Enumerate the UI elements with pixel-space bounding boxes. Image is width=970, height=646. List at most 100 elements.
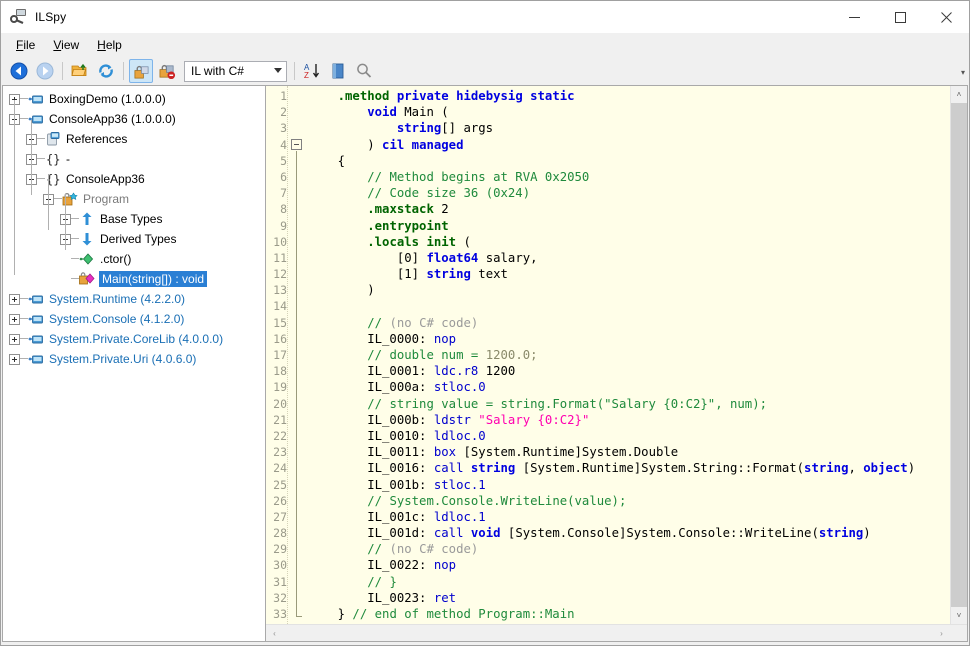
code-line[interactable]: [1] string text [308,266,950,282]
hide-internal-types-button[interactable] [155,59,179,83]
fold-collapse-icon[interactable] [291,138,302,150]
code-line[interactable]: // double num = 1200.0; [308,347,950,363]
tree-node[interactable]: References [3,129,265,149]
close-button[interactable] [923,1,969,33]
code-line[interactable]: .entrypoint [308,218,950,234]
code-line[interactable]: IL_0010: ldloc.0 [308,428,950,444]
code-horizontal-scrollbar[interactable]: ‹ › [266,624,967,641]
scroll-right-button[interactable]: › [933,625,950,641]
vertical-scroll-track[interactable] [951,103,967,607]
code-line[interactable]: .locals init ( [308,234,950,250]
horizontal-scroll-track[interactable] [283,625,933,641]
tree-node[interactable]: System.Console (4.1.2.0) [3,309,265,329]
sort-az-button[interactable]: A Z [300,59,324,83]
toolbar: IL with C# A Z ▾ [1,57,969,85]
code-line[interactable]: // Code size 36 (0x24) [308,185,950,201]
code-line[interactable]: // string value = string.Format("Salary … [308,396,950,412]
code-token: object [863,461,908,476]
code-vertical-scrollbar[interactable]: ˄ ˅ [950,86,967,624]
code-line[interactable]: string[] args [308,120,950,136]
code-area[interactable]: 1 2 3 4 5 6 7 8 9 10 11 12 13 14 15 16 17 18 19 20 21 22 23 24 2… [266,86,950,624]
menu-item-view[interactable]: View [44,35,88,55]
menu-file-rest: ile [23,38,36,52]
code-line[interactable]: IL_001d: call void [System.Console]Syste… [308,525,950,541]
scroll-left-button[interactable]: ‹ [266,625,283,641]
tree-node[interactable]: Base Types [3,209,265,229]
code-token: [System.Runtime]System.Double [456,445,679,460]
code-token: // end of method Program::Main [352,607,575,621]
code-line[interactable]: IL_0001: ldc.r8 1200 [308,363,950,379]
code-line[interactable]: // } [308,574,950,590]
code-line[interactable]: IL_0022: nop [308,557,950,573]
code-line[interactable]: .method private hidebysig static [308,88,950,104]
code-token: ret [433,590,457,605]
chevron-down-icon[interactable] [270,62,286,81]
code-view-panel[interactable]: 1 2 3 4 5 6 7 8 9 10 11 12 13 14 15 16 17 18 19 20 21 22 23 24 2… [265,85,968,642]
language-dropdown[interactable]: IL with C# [184,60,287,82]
show-internal-types-button[interactable] [129,59,153,83]
code-line[interactable]: IL_001c: ldloc.1 [308,509,950,525]
code-line[interactable]: // (no C# code) [308,541,950,557]
code-line[interactable]: IL_0000: nop [308,331,950,347]
code-token: IL_0001: [308,364,434,379]
tree-node[interactable]: {} ConsoleApp36 [3,169,265,189]
tree-expand-icon[interactable] [9,333,20,345]
code-line[interactable]: IL_000b: ldstr "Salary {0:C2}" [308,412,950,428]
toolbar-overflow-icon[interactable]: ▾ [961,68,965,77]
code-token: { [308,153,346,168]
code-line[interactable]: ) [308,282,950,298]
scroll-down-button[interactable]: ˅ [951,607,967,624]
code-token: IL_0023: [308,590,434,605]
assembly-tree-panel[interactable]: BoxingDemo (1.0.0.0) ConsoleApp36 (1.0.0.… [2,85,265,642]
code-line[interactable] [308,298,950,314]
code-line[interactable]: // (no C# code) [308,315,950,331]
tree-node[interactable]: Program [3,189,265,209]
code-token: IL_0011: [308,445,434,460]
open-button[interactable] [68,59,92,83]
code-line[interactable]: // System.Console.WriteLine(value); [308,493,950,509]
code-line[interactable]: IL_0023: ret [308,590,950,606]
code-token: IL_001c: [308,509,434,524]
tree-node[interactable]: System.Runtime (4.2.2.0) [3,289,265,309]
tree-node[interactable]: System.Private.Uri (4.0.6.0) [3,349,265,369]
code-line[interactable]: } // end of method Program::Main [308,606,950,622]
collapse-button[interactable] [326,59,350,83]
maximize-button[interactable] [877,1,923,33]
tree-expand-icon[interactable] [9,313,20,325]
code-line[interactable]: IL_001b: stloc.1 [308,477,950,493]
tree-node[interactable]: BoxingDemo (1.0.0.0) [3,89,265,109]
method-icon [79,271,97,287]
menu-item-help[interactable]: Help [88,35,131,55]
code-line[interactable]: .maxstack 2 [308,201,950,217]
tree-node[interactable]: System.Private.CoreLib (4.0.0.0) [3,329,265,349]
window-controls [831,1,969,33]
tree-node[interactable]: Derived Types [3,229,265,249]
code-line[interactable]: ) cil managed [308,137,950,153]
tree-expand-icon[interactable] [9,293,20,305]
menu-item-file[interactable]: File [7,35,44,55]
scroll-up-button[interactable]: ˄ [951,86,967,103]
code-line[interactable]: void Main ( [308,104,950,120]
line-number: 24 [273,461,287,476]
code-line[interactable]: // Method begins at RVA 0x2050 [308,169,950,185]
code-line[interactable]: { [308,153,950,169]
code-line[interactable]: IL_0016: call string [System.Runtime]Sys… [308,460,950,476]
assembly-tree[interactable]: BoxingDemo (1.0.0.0) ConsoleApp36 (1.0.0.… [3,86,265,369]
fold-region-line [296,150,297,617]
tree-expand-icon[interactable] [9,353,20,365]
il-code-text[interactable]: .method private hidebysig static void Ma… [304,86,950,624]
fold-margin[interactable] [288,86,304,624]
code-line[interactable]: IL_0011: box [System.Runtime]System.Doub… [308,444,950,460]
tree-node[interactable]: Main(string[]) : void [3,269,265,289]
code-line[interactable]: [0] float64 salary, [308,250,950,266]
tree-node[interactable]: ConsoleApp36 (1.0.0.0) [3,109,265,129]
forward-button[interactable] [33,59,57,83]
search-button[interactable] [352,59,376,83]
back-button[interactable] [7,59,31,83]
tree-node[interactable]: .ctor() [3,249,265,269]
tree-node[interactable]: {} - [3,149,265,169]
code-line[interactable]: IL_000a: stloc.0 [308,379,950,395]
refresh-button[interactable] [94,59,118,83]
minimize-button[interactable] [831,1,877,33]
